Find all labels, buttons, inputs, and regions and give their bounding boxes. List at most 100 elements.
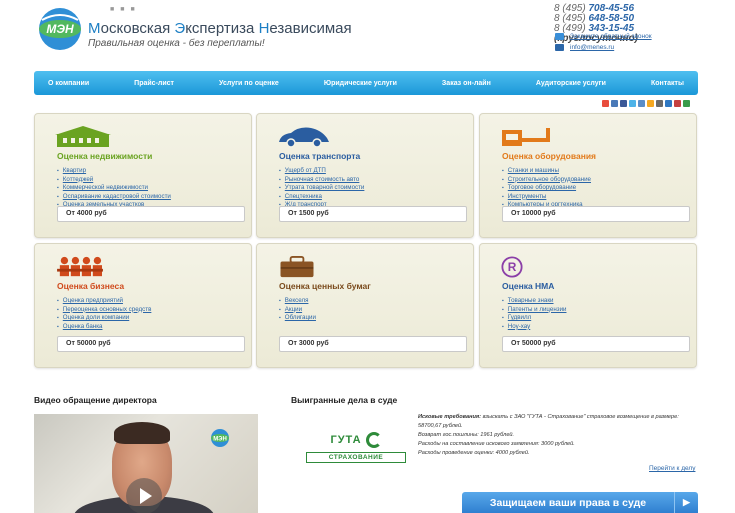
- map-icon[interactable]: ■: [120, 6, 130, 13]
- card-link[interactable]: Инструменты: [508, 193, 547, 200]
- card-link[interactable]: Спецтехника: [285, 193, 322, 200]
- list-item: Ноу-хау: [502, 323, 566, 332]
- card-link[interactable]: Ущерб от ДТП: [285, 167, 326, 174]
- list-item: Гудвилл: [502, 314, 566, 323]
- mail-icon[interactable]: ■: [130, 6, 140, 13]
- card-link[interactable]: Оспаривание кадастровой стоимости: [63, 193, 171, 200]
- nav-audit-services[interactable]: Аудиторские услуги: [536, 80, 606, 87]
- card-link[interactable]: Оценка банка: [63, 323, 103, 330]
- title-cap-1: М: [88, 20, 101, 37]
- nav-order-online[interactable]: Заказ он-лайн: [442, 80, 491, 87]
- social-share-icon[interactable]: [647, 100, 654, 107]
- card-link[interactable]: Коммерческой недвижимости: [63, 184, 148, 191]
- card-link[interactable]: Ноу-хау: [508, 323, 530, 330]
- social-share-icon[interactable]: [620, 100, 627, 107]
- nav-about[interactable]: О компании: [48, 80, 89, 87]
- nav-price-list[interactable]: Прайс-лист: [134, 80, 174, 87]
- card-link[interactable]: Патенты и лицензии: [508, 306, 567, 313]
- email-row: info@menes.ru: [555, 44, 652, 51]
- price-box[interactable]: От 50000 руб: [57, 336, 245, 352]
- go-to-case-link[interactable]: Перейти к делу: [649, 465, 695, 472]
- price-box[interactable]: От 50000 руб: [502, 336, 690, 352]
- director-video[interactable]: МЭН: [34, 414, 258, 513]
- card-business: Оценка бизнеса Оценка предприятий Переоц…: [34, 243, 252, 368]
- callback-link[interactable]: Закажите обратный звонок: [570, 33, 652, 40]
- case-text: Расходы проведение оценки: 4000 рублей.: [418, 450, 530, 456]
- contact-links: Закажите обратный звонок info@menes.ru: [555, 33, 652, 55]
- card-list: Станки и машины Строительное оборудовани…: [502, 167, 591, 210]
- play-icon[interactable]: [126, 478, 162, 513]
- site-title: Московская Экспертиза Независимая: [88, 20, 352, 37]
- social-share-icon[interactable]: [629, 100, 636, 107]
- card-equipment: Оценка оборудования Станки и машины Стро…: [479, 113, 697, 238]
- list-item: Строительное оборудование: [502, 176, 591, 185]
- social-share-icon[interactable]: [638, 100, 645, 107]
- title-rest-3: езависимая: [269, 20, 352, 37]
- card-title: Оценка НМА: [502, 281, 555, 291]
- card-link[interactable]: Коттеджей: [63, 176, 93, 183]
- case-text: Расходы на составление искового заявлени…: [418, 441, 575, 447]
- card-link[interactable]: Товарные знаки: [508, 297, 554, 304]
- video-logo: МЭН: [211, 429, 229, 447]
- list-item: Акции: [279, 306, 316, 315]
- title-rest-2: кспертиза: [185, 20, 259, 37]
- car-icon: [279, 127, 329, 148]
- card-link[interactable]: Рыночная стоимость авто: [285, 176, 360, 183]
- card-link[interactable]: Строительное оборудование: [508, 176, 591, 183]
- briefcase-icon: [280, 256, 314, 278]
- partner-sub: СТРАХОВАНИЕ: [306, 452, 406, 463]
- social-share-icon[interactable]: [674, 100, 681, 107]
- phone-icon: [555, 33, 564, 40]
- card-link[interactable]: Переоценка основных средств: [63, 306, 152, 313]
- card-link[interactable]: Векселя: [285, 297, 309, 304]
- cta-label: Защищаем ваши права в суде: [489, 496, 647, 509]
- card-link[interactable]: Станки и машины: [508, 167, 559, 174]
- social-share-icon[interactable]: [611, 100, 618, 107]
- case-text: Возврат гос.пошлины: 1961 рублей.: [418, 432, 515, 438]
- video-logo-text: МЭН: [213, 437, 227, 443]
- case-line: Исковые требования: взыскать с ЗАО "ГУТА…: [418, 413, 698, 431]
- list-item: Ущерб от ДТП: [279, 167, 364, 176]
- card-title: Оценка оборудования: [502, 151, 597, 161]
- price-box[interactable]: От 3000 руб: [279, 336, 467, 352]
- email-link[interactable]: info@menes.ru: [570, 44, 614, 51]
- card-link[interactable]: Акции: [285, 306, 302, 313]
- callback-row: Закажите обратный звонок: [555, 33, 652, 40]
- social-share-icon[interactable]: [656, 100, 663, 107]
- social-share-icon[interactable]: [665, 100, 672, 107]
- price-box[interactable]: От 10000 руб: [502, 206, 690, 222]
- home-icon[interactable]: ■: [110, 6, 120, 13]
- card-list: Оценка предприятий Переоценка основных с…: [57, 297, 152, 332]
- card-link[interactable]: Гудвилл: [508, 314, 531, 321]
- social-share-icon[interactable]: [683, 100, 690, 107]
- price-box[interactable]: От 1500 руб: [279, 206, 467, 222]
- card-securities: Оценка ценных бумаг Векселя Акции Облига…: [256, 243, 474, 368]
- card-link[interactable]: Квартир: [63, 167, 86, 174]
- nav-legal-services[interactable]: Юридические услуги: [324, 80, 397, 87]
- card-link[interactable]: Оценка предприятий: [63, 297, 123, 304]
- case-line: Расходы на составление искового заявлени…: [418, 440, 698, 449]
- card-link[interactable]: Торговое оборудование: [508, 184, 576, 191]
- price-box[interactable]: От 4000 руб: [57, 206, 245, 222]
- court-defense-button[interactable]: Защищаем ваши права в суде ▶: [462, 492, 698, 513]
- list-item: Векселя: [279, 297, 316, 306]
- card-list: Квартир Коттеджей Коммерческой недвижимо…: [57, 167, 171, 210]
- logo-text: МЭН: [46, 22, 74, 36]
- card-link[interactable]: Облигации: [285, 314, 316, 321]
- card-link[interactable]: Оценка доли компании: [63, 314, 129, 321]
- page: МЭН ■■■ Московская Экспертиза Независима…: [0, 0, 735, 513]
- logo[interactable]: МЭН: [34, 6, 86, 52]
- card-list: Товарные знаки Патенты и лицензии Гудвил…: [502, 297, 567, 332]
- video-frame-hair: [114, 422, 170, 444]
- list-item: Патенты и лицензии: [502, 306, 567, 315]
- nav-contacts[interactable]: Контакты: [651, 80, 684, 87]
- top-icons[interactable]: ■■■: [110, 6, 141, 13]
- card-link[interactable]: Утрата товарной стоимости: [285, 184, 365, 191]
- list-item: Станки и машины: [502, 167, 591, 176]
- building-icon: [55, 126, 111, 147]
- social-share-icon[interactable]: [602, 100, 609, 107]
- list-item: Оценка банка: [57, 323, 151, 332]
- list-item: Товарные знаки: [502, 297, 566, 306]
- nav-valuation-services[interactable]: Услуги по оценке: [219, 80, 279, 87]
- card-title: Оценка транспорта: [279, 151, 361, 161]
